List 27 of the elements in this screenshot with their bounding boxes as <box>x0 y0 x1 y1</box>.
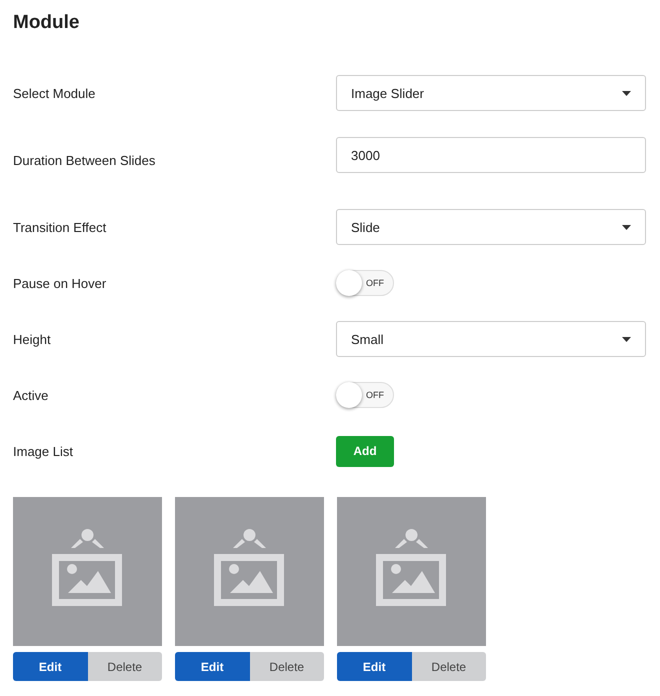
delete-button[interactable]: Delete <box>88 652 162 681</box>
caret-icon <box>622 336 631 342</box>
toggle-switch[interactable]: OFF <box>336 382 394 408</box>
dropdown[interactable]: Slide <box>336 209 646 245</box>
caret-icon <box>622 90 631 96</box>
field-label: Height <box>13 332 52 346</box>
edit-button[interactable]: Edit <box>175 652 250 681</box>
field-label: Select Module <box>13 86 96 100</box>
edit-button[interactable]: Edit <box>13 652 88 681</box>
add-button[interactable]: Add <box>336 436 394 466</box>
input-field[interactable]: 3000 <box>336 137 646 173</box>
framed-picture-icon <box>52 528 124 606</box>
page-title: Module <box>13 12 80 34</box>
delete-button[interactable]: Delete <box>250 652 324 681</box>
framed-picture-icon <box>214 528 286 606</box>
dropdown[interactable]: Small <box>336 321 646 357</box>
edit-button[interactable]: Edit <box>337 652 412 681</box>
field-label: Transition Effect <box>13 220 108 234</box>
dropdown[interactable]: Image Slider <box>336 75 646 111</box>
field-label: Active <box>13 388 50 402</box>
caret-icon <box>622 224 631 230</box>
field-label: Pause on Hover <box>13 276 108 290</box>
field-label: Duration Between Slides <box>13 152 156 168</box>
toggle-switch[interactable]: OFF <box>336 270 394 296</box>
framed-picture-icon <box>376 528 448 606</box>
delete-button[interactable]: Delete <box>412 652 486 681</box>
field-label: Image List <box>13 444 74 458</box>
